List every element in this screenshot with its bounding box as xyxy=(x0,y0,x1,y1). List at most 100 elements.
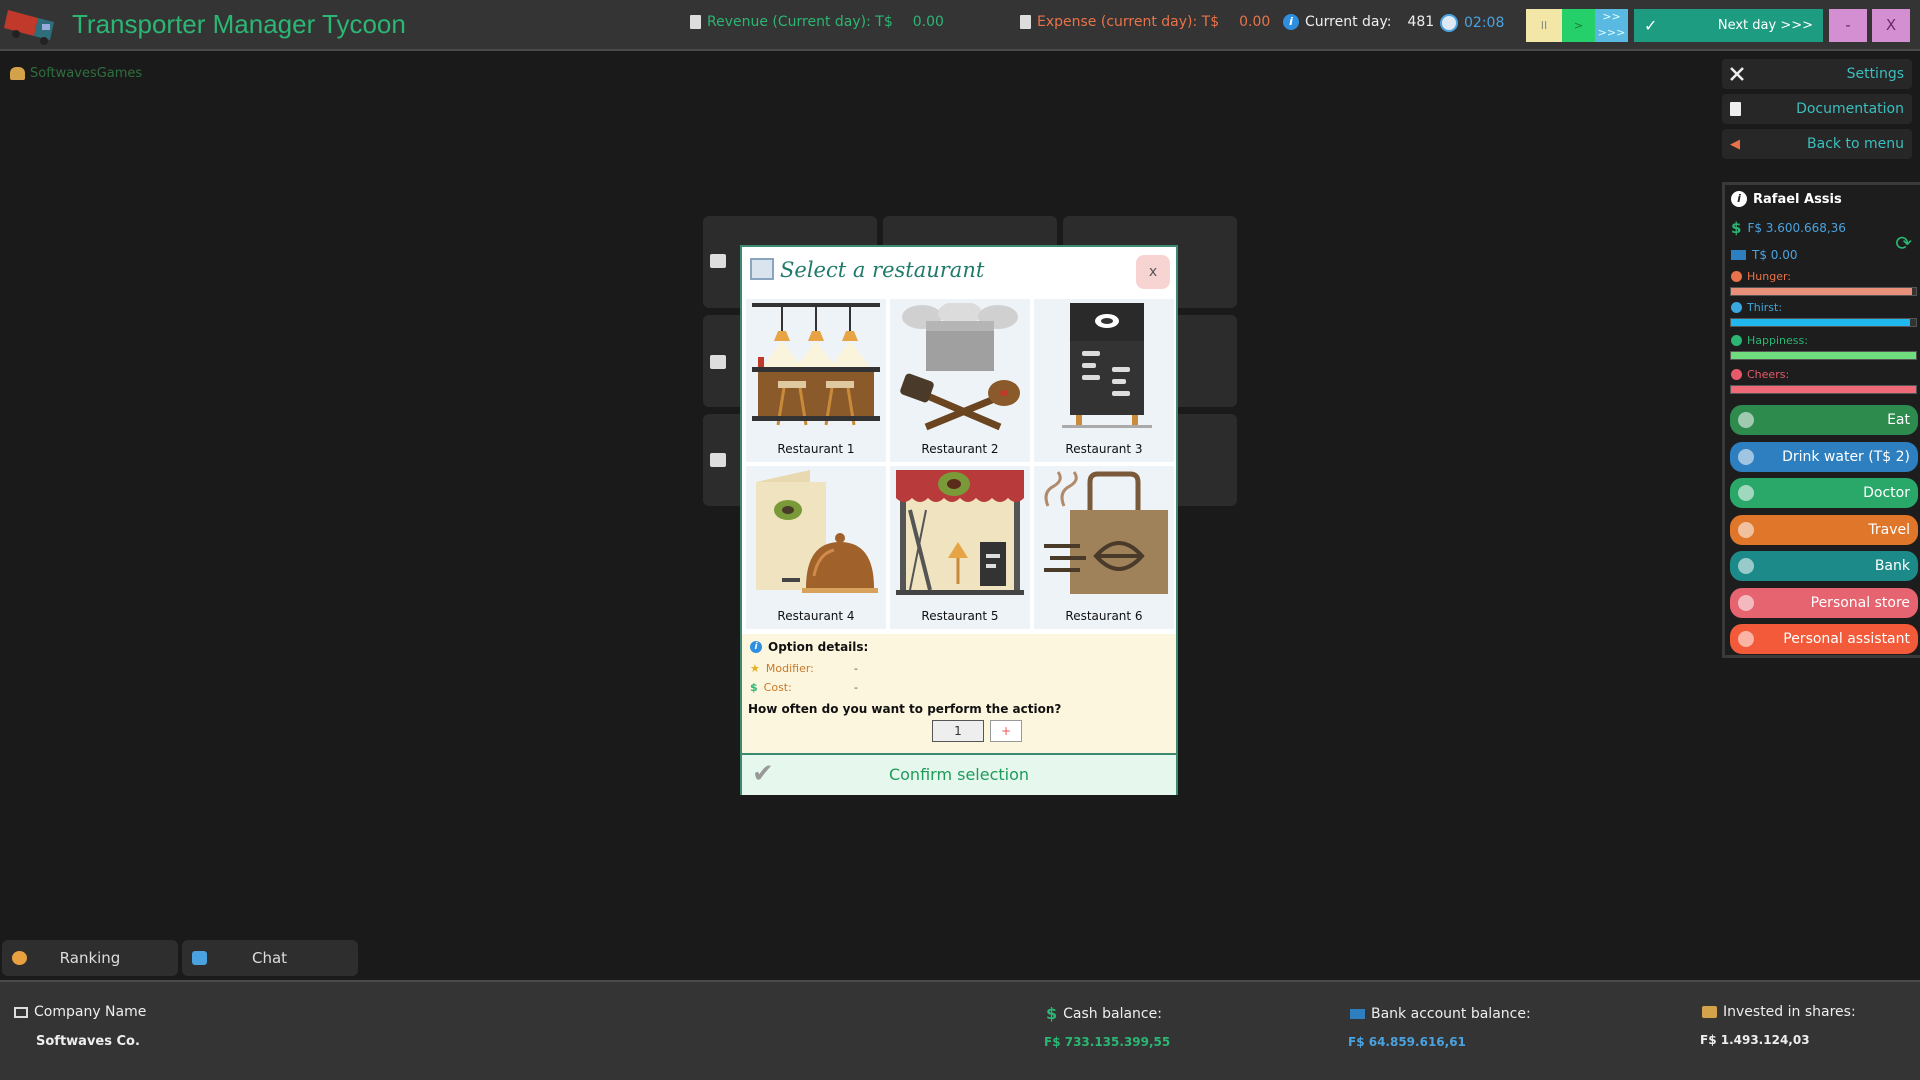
cash-balance-label-text: Cash balance: xyxy=(1063,1006,1162,1022)
status-bar-label: Thirst: xyxy=(1731,301,1782,314)
documentation-label: Documentation xyxy=(1796,101,1904,117)
document-icon xyxy=(690,15,701,29)
status-icon xyxy=(1731,369,1742,380)
info-icon: i xyxy=(750,641,762,653)
status-bar-label: Happiness: xyxy=(1731,334,1808,347)
status-icon xyxy=(1731,271,1742,282)
profile-panel: i Rafael Assis $ F$ 3.600.668,36 ⟳ T$ 0.… xyxy=(1722,182,1920,658)
close-window-button[interactable]: X xyxy=(1872,9,1910,42)
action-button-travel[interactable]: Travel xyxy=(1730,515,1918,545)
select-restaurant-dialog: Select a restaurant x xyxy=(740,245,1178,795)
restaurant-option-3[interactable]: Restaurant 3 xyxy=(1034,299,1174,462)
check-icon: ✓ xyxy=(1644,16,1657,35)
chat-icon xyxy=(192,951,207,965)
refresh-icon[interactable]: ⟳ xyxy=(1895,231,1912,255)
confirm-selection-button[interactable]: ✔ Confirm selection xyxy=(742,753,1176,795)
status-label-text: Happiness: xyxy=(1747,334,1808,347)
settings-button[interactable]: Settings xyxy=(1722,59,1912,89)
card-icon xyxy=(1350,1009,1365,1019)
action-icon xyxy=(1738,485,1754,501)
play-speed-button[interactable]: > xyxy=(1562,9,1595,42)
chat-button[interactable]: Chat xyxy=(182,940,358,976)
action-label: Bank xyxy=(1875,558,1910,574)
restaurant-label: Restaurant 1 xyxy=(746,442,886,456)
restaurant-label: Restaurant 2 xyxy=(890,442,1030,456)
restaurant-option-5[interactable]: Restaurant 5 xyxy=(890,466,1030,629)
current-day-stat: i Current day: 481 xyxy=(1283,14,1434,30)
action-button-personal[interactable]: Personal store xyxy=(1730,588,1918,618)
settings-label: Settings xyxy=(1847,66,1904,82)
restaurant-label: Restaurant 4 xyxy=(746,609,886,623)
option-details-title: i Option details: xyxy=(750,640,868,654)
expense-stat: Expense (current day): T$ 0.00 xyxy=(1020,14,1270,30)
menu-cloche-icon xyxy=(752,470,880,598)
id-card-icon xyxy=(14,1007,28,1018)
status-icon xyxy=(1731,302,1742,313)
restaurant-option-6[interactable]: Restaurant 6 xyxy=(1034,466,1174,629)
bar-counter-icon xyxy=(752,303,880,431)
restaurant-option-4[interactable]: Restaurant 4 xyxy=(746,466,886,629)
modifier-value: - xyxy=(854,662,858,675)
bank-balance-value: F$ 64.859.616,61 xyxy=(1348,1035,1466,1049)
action-label: Doctor xyxy=(1863,485,1910,501)
revenue-value: 0.00 xyxy=(913,14,944,30)
expense-value: 0.00 xyxy=(1239,14,1270,30)
current-day-label: Current day: xyxy=(1305,14,1391,30)
shares-label-text: Invested in shares: xyxy=(1723,1004,1856,1020)
app-title: Transporter Manager Tycoon xyxy=(72,9,406,40)
status-bar-fill xyxy=(1731,352,1916,359)
ranking-label: Ranking xyxy=(2,949,178,967)
minimize-button[interactable]: - xyxy=(1829,9,1867,42)
restaurant-option-2[interactable]: Restaurant 2 xyxy=(890,299,1030,462)
clock-time: 02:08 xyxy=(1464,15,1504,31)
expense-label: Expense (current day): T$ xyxy=(1037,14,1219,30)
storefront-icon xyxy=(896,470,1024,598)
action-button-drink[interactable]: Drink water (T$ 2) xyxy=(1730,442,1918,472)
action-icon xyxy=(1738,449,1754,465)
action-button-bank[interactable]: Bank xyxy=(1730,551,1918,581)
company-name-value: Softwaves Co. xyxy=(36,1034,140,1049)
dialog-close-button[interactable]: x xyxy=(1136,255,1170,289)
profile-name: i Rafael Assis xyxy=(1731,191,1842,207)
ts-balance-value: T$ 0.00 xyxy=(1752,248,1798,262)
action-label: Personal store xyxy=(1811,595,1910,611)
back-to-menu-button[interactable]: ◀ Back to menu xyxy=(1722,129,1912,159)
shares-value: F$ 1.493.124,03 xyxy=(1700,1033,1810,1047)
action-button-doctor[interactable]: Doctor xyxy=(1730,478,1918,508)
action-label: Personal assistant xyxy=(1783,631,1910,647)
action-button-personal[interactable]: Personal assistant xyxy=(1730,624,1918,654)
cash-balance-label: $ Cash balance: xyxy=(1046,1004,1162,1023)
bank-balance-label: Bank account balance: xyxy=(1350,1006,1531,1022)
cost-row: $ Cost: - xyxy=(750,681,792,694)
shares-icon xyxy=(1702,1006,1717,1018)
quantity-input[interactable]: 1 xyxy=(932,720,984,742)
action-label: Travel xyxy=(1868,522,1910,538)
cart-icon xyxy=(710,355,726,369)
tools-icon xyxy=(1730,67,1744,81)
status-label-text: Hunger: xyxy=(1747,270,1791,283)
dialog-title: Select a restaurant xyxy=(780,258,984,282)
status-bar-label: Hunger: xyxy=(1731,270,1791,283)
ranking-button[interactable]: Ranking xyxy=(2,940,178,976)
fs-balance: $ F$ 3.600.668,36 xyxy=(1731,219,1846,237)
back-to-menu-label: Back to menu xyxy=(1807,136,1904,152)
profile-name-text: Rafael Assis xyxy=(1753,192,1842,207)
company-name-label: Company Name xyxy=(14,1004,146,1020)
next-day-button[interactable]: ✓ Next day >>> xyxy=(1634,9,1823,42)
tool-icon xyxy=(710,254,726,268)
action-icon xyxy=(1738,595,1754,611)
chat-label: Chat xyxy=(212,949,388,967)
action-button-eat[interactable]: Eat xyxy=(1730,405,1918,435)
status-bar-fill xyxy=(1731,319,1910,326)
pause-button[interactable]: II xyxy=(1526,9,1562,42)
footer-bar: Company Name Softwaves Co. $ Cash balanc… xyxy=(0,980,1920,1080)
revenue-label: Revenue (Current day): T$ xyxy=(707,14,893,30)
increment-button[interactable]: + xyxy=(990,720,1022,742)
dollar-icon: $ xyxy=(750,681,758,694)
restaurant-option-1[interactable]: Restaurant 1 xyxy=(746,299,886,462)
action-icon xyxy=(1738,631,1754,647)
restaurant-label: Restaurant 3 xyxy=(1034,442,1174,456)
status-bar-label: Cheers: xyxy=(1731,368,1789,381)
fast-speed-button[interactable]: >> >>> xyxy=(1595,9,1628,42)
documentation-button[interactable]: Documentation xyxy=(1722,94,1912,124)
